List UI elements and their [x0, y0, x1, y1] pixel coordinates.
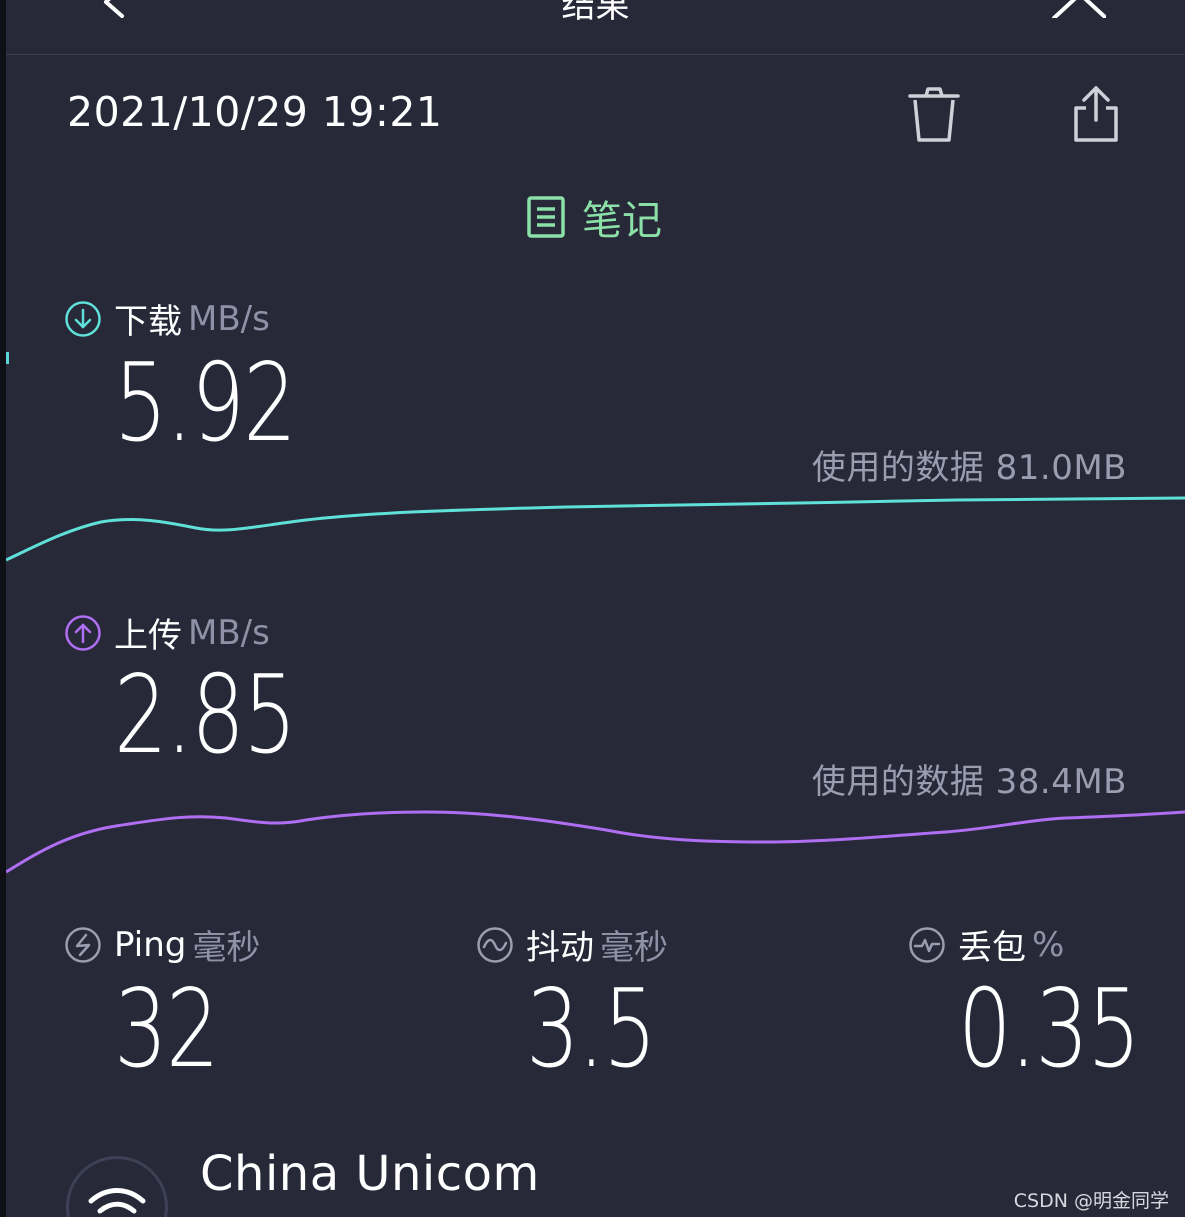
edge-marker	[6, 352, 9, 364]
download-unit: MB/s	[188, 298, 270, 339]
loss-title: 丢包	[958, 928, 1026, 968]
trash-icon[interactable]	[906, 86, 962, 144]
download-label: 下载 MB/s	[64, 294, 270, 343]
upload-graph	[6, 810, 1185, 874]
notes-icon	[527, 196, 565, 238]
upload-value: 2.85	[114, 653, 297, 778]
wifi-icon	[88, 1188, 146, 1214]
upload-title: 上传	[114, 616, 182, 656]
download-title: 下载	[114, 302, 182, 342]
ping-title: Ping	[114, 924, 187, 965]
jitter-title: 抖动	[526, 928, 594, 968]
provider-name: China Unicom	[200, 1146, 540, 1202]
ping-label: Ping 毫秒	[64, 920, 260, 969]
download-value: 5.92	[114, 341, 297, 466]
close-icon[interactable]	[1046, 0, 1106, 18]
jitter-value: 3.5	[526, 967, 657, 1092]
upload-icon	[65, 614, 101, 651]
jitter-unit: 毫秒	[600, 928, 668, 968]
jitter-icon	[477, 926, 513, 963]
upload-unit: MB/s	[188, 612, 270, 653]
page-title: 结果	[561, 0, 630, 26]
download-graph	[6, 496, 1185, 562]
ping-value: 32	[114, 967, 220, 1092]
speedtest-result-screen: 结果 2021/10/29 19:21 笔记 下载 MB/s 5.92 使用的数…	[6, 0, 1185, 1217]
jitter-label: 抖动 毫秒	[476, 920, 668, 969]
ping-unit: 毫秒	[192, 928, 261, 968]
upload-label: 上传 MB/s	[64, 608, 270, 657]
download-icon	[65, 300, 101, 337]
notes-label: 笔记	[582, 198, 662, 244]
result-datetime: 2021/10/29 19:21	[67, 88, 443, 136]
share-icon[interactable]	[1068, 84, 1124, 144]
notes-button[interactable]: 笔记	[526, 192, 662, 244]
provider-icon-circle	[66, 1156, 168, 1217]
packet-loss-icon	[909, 926, 945, 963]
loss-label: 丢包 %	[908, 920, 1064, 969]
ping-icon	[65, 926, 101, 963]
loss-unit: %	[1032, 924, 1065, 965]
watermark: CSDN @明金同学	[1013, 1190, 1169, 1212]
loss-value: 0.35	[958, 967, 1141, 1092]
top-bar: 结果	[6, 0, 1185, 55]
